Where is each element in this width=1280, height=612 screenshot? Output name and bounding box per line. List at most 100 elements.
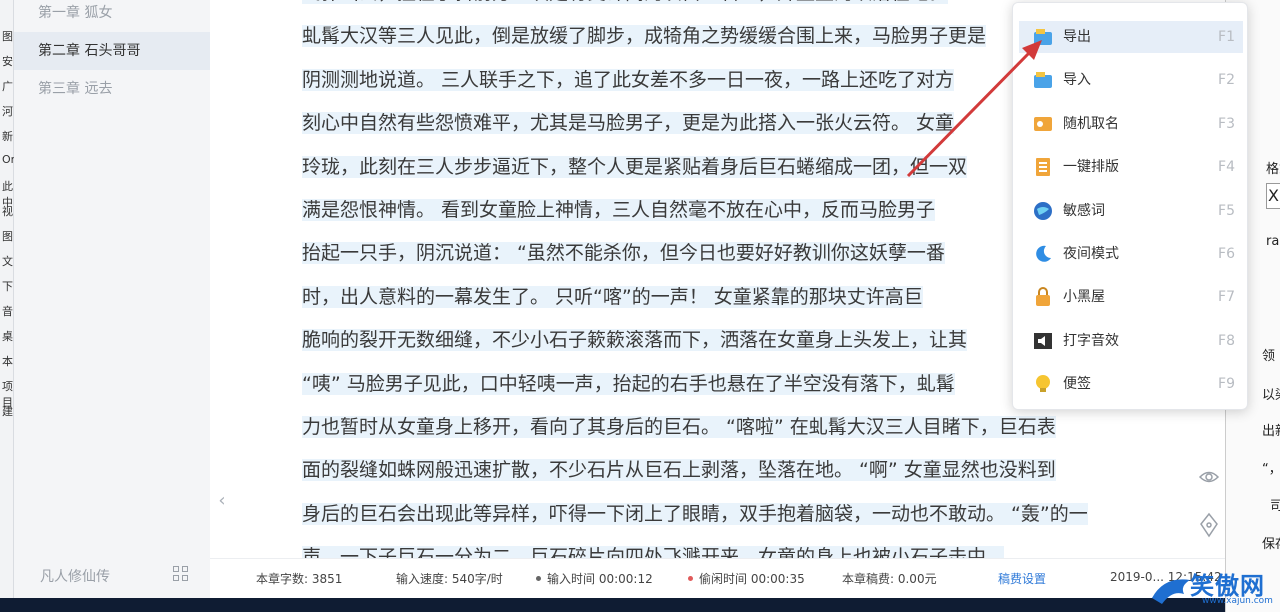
text-line-content: 力也暂时从女童身上移开，看向了其身后的巨石。 “喀啦” 在虬髯大汉三人目睹下，巨… [302, 415, 1056, 438]
taskbar-strip [0, 598, 1225, 612]
idle-time: 偷闲时间 00:00:35 [688, 570, 805, 587]
input-speed: 输入速度: 540字/时 [396, 572, 503, 586]
eye-icon[interactable] [1198, 466, 1220, 488]
watermark-url: www.xajun.com [1202, 596, 1273, 606]
folder-export-icon [1034, 29, 1052, 45]
site-watermark: 笑傲网 www.xajun.com [1150, 566, 1280, 612]
right-snippet-9: 保存 [1262, 537, 1280, 552]
text-line-content: 虬髯大汉等三人见此，倒是放缓了脚步，成犄角之势缓缓合围上来，马脸男子更是 [302, 25, 987, 48]
chapter-item-3[interactable]: 第三章 远去 [14, 70, 210, 108]
close-icon[interactable]: X [1266, 183, 1280, 209]
desktop-icon-label[interactable]: 桌 [2, 328, 13, 344]
right-snippet-8: 司 [1270, 499, 1280, 514]
tools-dropdown-menu: 导出 F1 导入 F2 随机取名 F3 一键排版 F4 敏感词 F5 夜间模式 F6 小黑屋 F7 打字音效… [1012, 2, 1248, 410]
text-line-content: 飞扑出去，撞在了斜前方一块足有丈许高的灰白巨石上，升童重的跌落在地。 [302, 0, 949, 4]
close-glyph: X [1268, 186, 1279, 205]
menu-item-shortcut: F6 [1218, 246, 1235, 262]
menu-item-label: 敏感词 [1063, 202, 1105, 219]
menu-item-id-card[interactable]: 随机取名 F3 [1019, 108, 1243, 140]
menu-item-label: 导出 [1063, 29, 1091, 45]
desktop-icon-label[interactable]: 新 [2, 128, 13, 144]
folder-import-icon [1034, 72, 1052, 89]
right-snippet-3: ra [1266, 234, 1280, 249]
desktop-icon-label[interactable]: 安 [2, 53, 13, 69]
idle-time-text: 偷闲时间 00:00:35 [699, 572, 805, 586]
right-snippet-6: 出新 [1262, 424, 1280, 439]
menu-item-moon[interactable]: 夜间模式 F6 [1019, 238, 1243, 270]
menu-item-shortcut: F3 [1218, 115, 1235, 132]
desktop-icon-label[interactable]: 图 [2, 28, 13, 44]
collapse-sidebar-button[interactable]: ‹ [214, 490, 230, 512]
menu-item-lock[interactable]: 小黑屋 F7 [1019, 281, 1243, 313]
menu-item-shortcut: F7 [1218, 289, 1235, 306]
right-snippet-1: 格式 [1266, 162, 1280, 177]
shark-logo-icon [1152, 579, 1190, 604]
text-line-content: 满是怨恨神情。 看到女童脸上神情，三人自然毫不放在心中，反而马脸男子 [302, 198, 936, 221]
text-line[interactable]: 声，一下子巨石一分为二，巨石碎片向四处飞溅开来，女童的身上也被小石子击中... [302, 536, 1172, 558]
text-line-content: 抬起一只手，阴沉说道： “虽然不能杀你，但今日也要好好教训你这妖孽一番 [302, 242, 945, 265]
menu-item-shortcut: F8 [1218, 332, 1235, 349]
input-time: 输入时间 00:00:12 [536, 570, 653, 587]
text-line-content: 身后的巨石会出现此等异样，吓得一下闭上了眼睛，双手抱着脑袋，一动也不敢动。 “轰… [302, 502, 1088, 525]
text-line-content: 刻心中自然有些怨愤难平，尤其是马脸男子，更是为此搭入一张火云符。 女童 [302, 112, 955, 135]
menu-item-label: 打字音效 [1063, 332, 1119, 349]
desktop-icon-label[interactable]: 图 [2, 228, 13, 244]
speaker-icon [1034, 332, 1052, 349]
desktop-icon-label[interactable]: 本 [2, 353, 13, 369]
desktop-icon-label[interactable]: 文 [2, 253, 13, 269]
grid-view-icon[interactable] [173, 566, 189, 582]
right-snippet-4: 领 [1262, 349, 1276, 364]
globe-icon [1034, 201, 1052, 220]
moon-icon [1036, 245, 1051, 262]
text-line-content: 阴测测地说道。 三人联手之下，追了此女差不多一日一夜，一路上还吃了对方 [302, 68, 955, 91]
menu-item-folder-export[interactable]: 导出 F1 [1019, 21, 1243, 53]
right-snippet-5: 以染 [1262, 388, 1280, 403]
pen-nib-icon[interactable] [1198, 512, 1220, 538]
text-line-content: “咦” 马脸男子见此，口中轻咦一声，抬起的右手也悬在了半空没有落下，虬髯 [302, 372, 955, 395]
desktop-icon-strip: 图安广河新 On 此中视图文下音桌本项目建 [0, 0, 18, 612]
text-line-content: 声，一下子巨石一分为二，巨石碎片向四处飞溅开来，女童的身上也被小石子击中... [302, 546, 1005, 558]
menu-item-globe[interactable]: 敏感词 F5 [1019, 195, 1243, 227]
input-time-text: 输入时间 00:00:12 [547, 572, 653, 586]
text-line-content: 时，出人意料的一幕发生了。 只听“喀”的一声！ 女童紧靠的那块丈许高巨 [302, 285, 923, 308]
menu-item-label: 导入 [1063, 72, 1091, 89]
text-line[interactable]: 身后的巨石会出现此等异样，吓得一下闭上了眼睛，双手抱着脑袋，一动也不敢动。 “轰… [302, 493, 1172, 536]
menu-item-speaker[interactable]: 打字音效 F8 [1019, 325, 1243, 357]
menu-item-shortcut: F5 [1218, 202, 1235, 219]
right-snippet-7: “， [1262, 462, 1280, 477]
desktop-icon-label[interactable]: 视 [2, 203, 13, 219]
menu-item-label: 便签 [1063, 376, 1091, 393]
id-card-icon [1034, 116, 1052, 131]
menu-item-folder-import[interactable]: 导入 F2 [1019, 64, 1243, 96]
chapter-fee: 本章稿费: 0.00元 [842, 572, 937, 586]
lightbulb-icon [1036, 375, 1050, 393]
menu-item-label: 随机取名 [1063, 115, 1119, 132]
desktop-icon-label[interactable]: 广 [2, 78, 13, 94]
chapter-sidebar: 第一章 狐女 第二章 石头哥哥 第三章 远去 凡人修仙传 [14, 0, 210, 612]
status-bar: 本章字数: 3851 输入速度: 540字/时 输入时间 00:00:12 偷闲… [210, 558, 1225, 598]
fee-settings-link[interactable]: 稿费设置 [998, 570, 1046, 587]
text-line-content: 面的裂缝如蛛网般迅速扩散，不少石片从巨石上剥落，坠落在地。 “啊” 女童显然也没… [302, 459, 1056, 482]
menu-item-label: 小黑屋 [1063, 289, 1105, 306]
menu-item-label: 夜间模式 [1063, 246, 1119, 262]
desktop-icon-label[interactable]: 下 [2, 278, 13, 294]
menu-item-lightbulb[interactable]: 便签 F9 [1019, 368, 1243, 400]
desktop-icon-label[interactable]: 河 [2, 103, 13, 119]
text-line-content: 脆响的裂开无数细缝，不少小石子簌簌滚落而下，洒落在女童身上头发上，让其 [302, 329, 968, 352]
text-line[interactable]: 力也暂时从女童身上移开，看向了其身后的巨石。 “喀啦” 在虬髯大汉三人目睹下，巨… [302, 406, 1172, 449]
menu-item-shortcut: F2 [1218, 72, 1235, 89]
text-line-content: 玲珑，此刻在三人步步逼近下，整个人更是紧贴着身后巨石蜷缩成一团，但一双 [302, 155, 968, 178]
desktop-icon-label[interactable]: 音 [2, 303, 13, 319]
menu-item-shortcut: F9 [1218, 376, 1235, 393]
menu-item-shortcut: F1 [1218, 29, 1235, 45]
menu-item-label: 一键排版 [1063, 159, 1119, 176]
menu-item-shortcut: F4 [1218, 159, 1235, 176]
menu-item-document-format[interactable]: 一键排版 F4 [1019, 151, 1243, 183]
book-title[interactable]: 凡人修仙传 [40, 566, 110, 586]
chapter-item-2[interactable]: 第二章 石头哥哥 [14, 32, 210, 70]
lock-icon [1036, 287, 1050, 307]
chapter-item-1[interactable]: 第一章 狐女 [14, 0, 210, 32]
word-count: 本章字数: 3851 [256, 572, 343, 586]
desktop-icon-label[interactable]: 建 [2, 403, 13, 419]
text-line[interactable]: 面的裂缝如蛛网般迅速扩散，不少石片从巨石上剥落，坠落在地。 “啊” 女童显然也没… [302, 449, 1172, 492]
